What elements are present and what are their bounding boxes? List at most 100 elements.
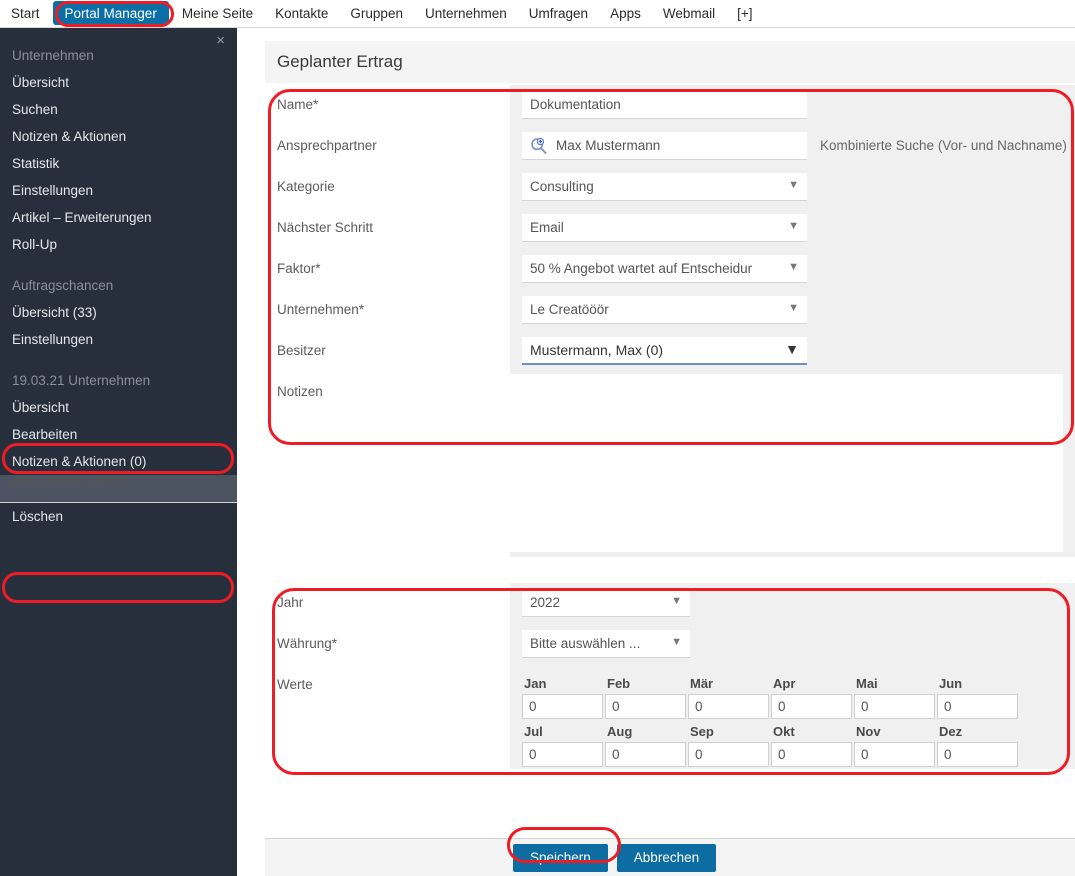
waehrung-select-wrap: Bitte auswählen ... ▼: [522, 630, 690, 658]
monthly-values-grid: Jan Feb Mär Apr: [522, 673, 1075, 767]
month-input-dez[interactable]: [937, 742, 1018, 767]
field-row-naechster-schritt: Nächster Schritt Email ▼: [265, 208, 1075, 249]
unternehmen-select[interactable]: Le Creatööör: [522, 296, 807, 324]
sidebar-group-spacer-1: [0, 258, 237, 272]
unternehmen-select-wrap: Le Creatööör ▼: [522, 296, 807, 324]
value-name: [510, 85, 1075, 126]
month-input-maer[interactable]: [688, 694, 769, 719]
kategorie-select[interactable]: Consulting: [522, 173, 807, 201]
save-button[interactable]: Speichern: [513, 843, 608, 872]
sidebar-item-record-uebersicht[interactable]: Übersicht: [0, 394, 237, 421]
top-navigation: Start Portal Manager Meine Seite Kontakt…: [0, 0, 1075, 28]
value-waehrung: Bitte auswählen ... ▼: [510, 624, 1075, 665]
month-cell-sep: Sep: [688, 721, 770, 767]
field-row-jahr: Jahr 2022 ▼: [265, 583, 1075, 624]
label-faktor: Faktor*: [265, 249, 510, 290]
kategorie-select-wrap: Consulting ▼: [522, 173, 807, 201]
month-cell-feb: Feb: [605, 673, 687, 719]
search-plus-icon[interactable]: [530, 137, 548, 155]
nav-item-apps[interactable]: Apps: [599, 0, 652, 27]
name-input[interactable]: [522, 91, 807, 119]
month-label-jul: Jul: [524, 724, 543, 739]
label-naechster-schritt: Nächster Schritt: [265, 208, 510, 249]
label-notizen: Notizen: [265, 372, 510, 557]
nav-item-webmail[interactable]: Webmail: [652, 0, 726, 27]
label-werte: Werte: [265, 665, 510, 769]
month-input-sep[interactable]: [688, 742, 769, 767]
value-unternehmen: Le Creatööör ▼: [510, 290, 1075, 331]
cancel-button[interactable]: Abbrechen: [616, 843, 717, 872]
month-input-jul[interactable]: [522, 742, 603, 767]
sidebar-item-record-notizen-aktionen[interactable]: Notizen & Aktionen (0): [0, 448, 237, 475]
month-input-okt[interactable]: [771, 742, 852, 767]
month-cell-mai: Mai: [854, 673, 936, 719]
sidebar-item-record-loeschen[interactable]: Löschen: [0, 503, 237, 530]
month-label-nov: Nov: [856, 724, 881, 739]
sidebar-item-roll-up[interactable]: Roll-Up: [0, 231, 237, 258]
ansprechpartner-input[interactable]: [522, 132, 807, 160]
sidebar-item-uebersicht[interactable]: Übersicht: [0, 69, 237, 96]
sidebar: × Unternehmen Übersicht Suchen Notizen &…: [0, 28, 237, 876]
faktor-select[interactable]: 50 % Angebot wartet auf Entscheidur: [522, 255, 807, 283]
month-cell-apr: Apr: [771, 673, 853, 719]
value-faktor: 50 % Angebot wartet auf Entscheidur ▼: [510, 249, 1075, 290]
month-label-maer: Mär: [690, 676, 714, 691]
month-cell-nov: Nov: [854, 721, 936, 767]
month-cell-dez: Dez: [937, 721, 1019, 767]
sidebar-item-statistik[interactable]: Statistik: [0, 150, 237, 177]
month-label-feb: Feb: [607, 676, 631, 691]
close-icon[interactable]: ×: [216, 33, 225, 48]
sidebar-item-suchen[interactable]: Suchen: [0, 96, 237, 123]
month-label-apr: Apr: [773, 676, 796, 691]
nav-item-kontakte[interactable]: Kontakte: [264, 0, 339, 27]
nav-item-start[interactable]: Start: [0, 0, 51, 27]
faktor-select-wrap: 50 % Angebot wartet auf Entscheidur ▼: [522, 255, 807, 283]
month-label-mai: Mai: [856, 676, 878, 691]
field-row-name: Name*: [265, 85, 1075, 126]
ansprechpartner-lookup: [522, 132, 807, 160]
sidebar-group-spacer-2: [0, 353, 237, 367]
field-row-unternehmen: Unternehmen* Le Creatööör ▼: [265, 290, 1075, 331]
sidebar-item-auftragschancen-uebersicht[interactable]: Übersicht (33): [0, 299, 237, 326]
month-label-sep: Sep: [690, 724, 714, 739]
nav-item-umfragen[interactable]: Umfragen: [518, 0, 599, 27]
label-jahr: Jahr: [265, 583, 510, 624]
month-cell-jul: Jul: [522, 721, 604, 767]
besitzer-select[interactable]: Mustermann, Max (0): [522, 337, 807, 365]
value-jahr: 2022 ▼: [510, 583, 1075, 624]
value-besitzer: Mustermann, Max (0) ▼: [510, 331, 1075, 372]
nav-item-unternehmen[interactable]: Unternehmen: [414, 0, 518, 27]
field-row-besitzer: Besitzer Mustermann, Max (0) ▼: [265, 331, 1075, 372]
form-panel-values: Jahr 2022 ▼ Währung* Bitte auswählen ...…: [265, 583, 1075, 781]
nav-item-meine-seite[interactable]: Meine Seite: [171, 0, 264, 27]
sidebar-item-record-auftragschancen[interactable]: Auftragschancen (0): [0, 475, 237, 503]
month-input-jan[interactable]: [522, 694, 603, 719]
month-input-nov[interactable]: [854, 742, 935, 767]
field-row-notizen: Notizen: [265, 372, 1075, 557]
sidebar-item-notizen-aktionen[interactable]: Notizen & Aktionen: [0, 123, 237, 150]
jahr-select[interactable]: 2022: [522, 589, 690, 617]
sidebar-item-artikel-erweiterungen[interactable]: Artikel – Erweiterungen: [0, 204, 237, 231]
month-input-apr[interactable]: [771, 694, 852, 719]
field-row-kategorie: Kategorie Consulting ▼: [265, 167, 1075, 208]
nav-item-gruppen[interactable]: Gruppen: [339, 0, 414, 27]
month-cell-okt: Okt: [771, 721, 853, 767]
notizen-textarea[interactable]: [510, 374, 1063, 552]
form-panel-details: Name* Ansprechpartner: [265, 85, 1075, 576]
month-cell-maer: Mär: [688, 673, 770, 719]
sidebar-group-auftragschancen-title: Auftragschancen: [12, 278, 114, 293]
main-content: Geplanter Ertrag Name* Ansprechpartner: [237, 28, 1075, 876]
month-input-feb[interactable]: [605, 694, 686, 719]
nav-item-portal-manager[interactable]: Portal Manager: [52, 1, 169, 25]
field-row-faktor: Faktor* 50 % Angebot wartet auf Entschei…: [265, 249, 1075, 290]
month-input-aug[interactable]: [605, 742, 686, 767]
sidebar-item-einstellungen[interactable]: Einstellungen: [0, 177, 237, 204]
label-name: Name*: [265, 85, 510, 126]
month-input-mai[interactable]: [854, 694, 935, 719]
nav-item-add-more[interactable]: [+]: [726, 0, 763, 27]
sidebar-item-record-bearbeiten[interactable]: Bearbeiten: [0, 421, 237, 448]
naechster-schritt-select[interactable]: Email: [522, 214, 807, 242]
sidebar-item-auftragschancen-einstellungen[interactable]: Einstellungen: [0, 326, 237, 353]
waehrung-select[interactable]: Bitte auswählen ...: [522, 630, 690, 658]
month-input-jun[interactable]: [937, 694, 1018, 719]
